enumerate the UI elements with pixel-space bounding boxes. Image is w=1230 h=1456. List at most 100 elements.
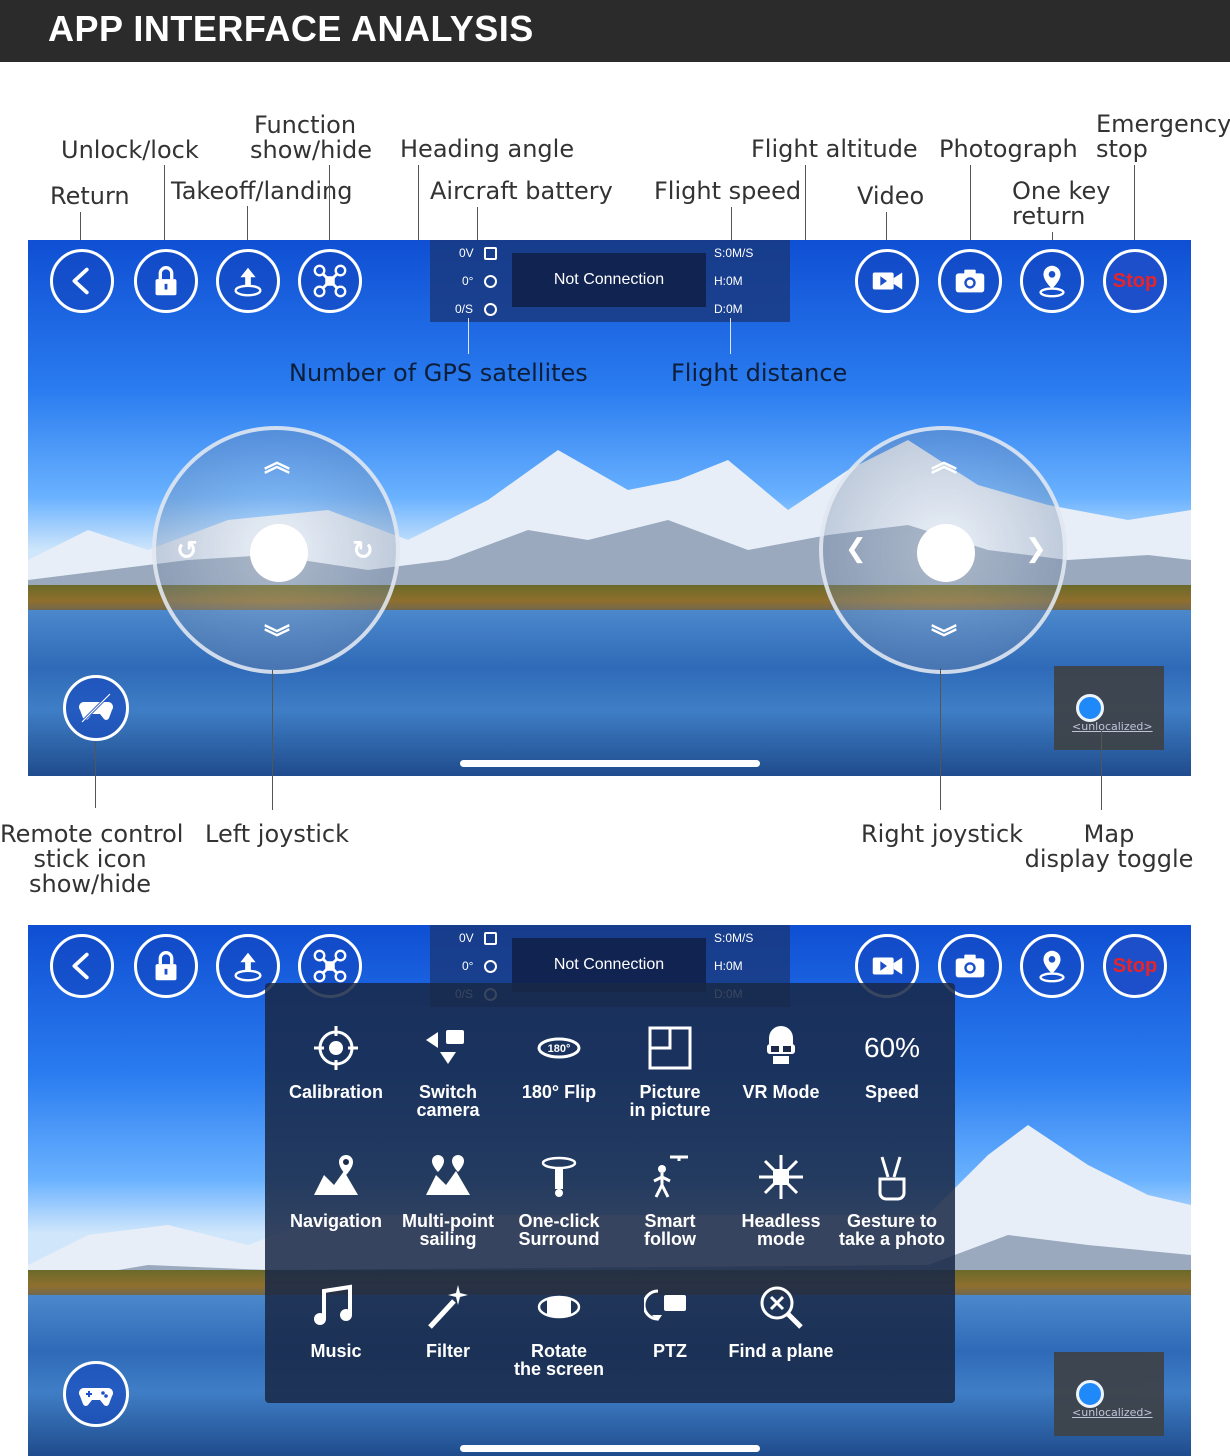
function-multi-point-sailing[interactable]: Multi-point sailing [392, 1148, 504, 1248]
app-screen-main: 0V 0° 0/S Not Connection S:0M/S H:0M D:0… [28, 240, 1191, 776]
function-ptz[interactable]: PTZ [614, 1278, 726, 1360]
heading-value: 0° [462, 959, 474, 973]
leader-line-distance [730, 318, 731, 354]
chevron-left-icon [72, 952, 89, 980]
multi-point-icon [392, 1148, 504, 1206]
function-toggle-button[interactable] [298, 249, 362, 313]
function-vr-mode[interactable]: VR Mode [725, 1019, 837, 1101]
left-joystick-knob[interactable] [250, 524, 308, 582]
return-button[interactable] [50, 934, 114, 998]
leader-line-right-joystick [940, 668, 941, 810]
drone-icon [313, 949, 347, 983]
function-speed[interactable]: 60% Speed [836, 1019, 948, 1101]
function-one-click-surround[interactable]: One-click Surround [503, 1148, 615, 1248]
chevron-right-icon: ❯ [1025, 534, 1047, 564]
annotation-gps-satellites: Number of GPS satellites [289, 359, 588, 387]
left-joystick[interactable]: ︽ ︾ ↺ ↻ [152, 426, 400, 674]
function-headless-mode[interactable]: Headless mode [725, 1148, 837, 1248]
location-dot-icon [1076, 1380, 1104, 1408]
function-gesture-photo[interactable]: Gesture to take a photo [836, 1148, 948, 1248]
leader-line-unlock [164, 165, 165, 250]
location-pin-icon [1039, 950, 1065, 983]
altitude-value: H:0M [714, 959, 743, 973]
annotation-remote-stick: Remote control stick icon show/hide [0, 820, 184, 898]
leader-line-remote [95, 742, 96, 808]
altitude-value: H:0M [714, 274, 743, 288]
leader-line-left-joystick [272, 670, 273, 810]
function-picture-in-picture[interactable]: Picture in picture [614, 1019, 726, 1119]
chevron-left-icon: ❮ [845, 534, 867, 564]
remote-stick-toggle-button[interactable] [63, 675, 129, 741]
leader-line-map [1101, 730, 1102, 810]
annotation-flight-distance: Flight distance [671, 359, 848, 387]
battery-value: 0V [459, 931, 474, 945]
emergency-stop-button[interactable]: Stop [1103, 249, 1167, 313]
music-icon [280, 1278, 392, 1336]
emergency-stop-button[interactable]: Stop [1103, 934, 1167, 998]
annotation-video: Video [857, 182, 925, 210]
gamepad-off-icon [79, 692, 113, 724]
header-bar: APP INTERFACE ANALYSIS [0, 0, 1230, 62]
lock-icon [155, 951, 177, 981]
takeoff-landing-button[interactable] [216, 249, 280, 313]
video-camera-icon [872, 272, 903, 290]
leader-line-stop [1134, 165, 1135, 251]
function-navigation[interactable]: Navigation [280, 1148, 392, 1230]
photograph-button[interactable] [938, 249, 1002, 313]
annotation-unlock-lock: Unlock/lock [61, 136, 199, 164]
svg-text:180°: 180° [548, 1043, 571, 1055]
map-display-toggle[interactable]: <unlocalized> [1054, 1352, 1164, 1436]
right-joystick[interactable]: ︽ ︾ ❮ ❯ [819, 426, 1067, 674]
function-menu-panel: Calibration Switch camera 180° 180° Flip… [265, 983, 955, 1403]
remote-stick-toggle-button[interactable] [63, 1361, 129, 1427]
stop-label: Stop [1112, 954, 1158, 977]
speed-value: S:0M/S [714, 246, 754, 260]
location-dot-icon [1076, 694, 1104, 722]
picture-in-picture-icon [614, 1019, 726, 1077]
annotation-emergency-stop: Emergency stop [1096, 110, 1230, 163]
app-screen-function-menu: 0V 0° 0/S Not Connection S:0M/S H:0M D:0… [28, 925, 1191, 1456]
speed-icon: 60% [836, 1019, 948, 1077]
return-button[interactable] [50, 249, 114, 313]
rotate-screen-icon [503, 1278, 615, 1336]
satellites-value: 0/S [455, 302, 474, 316]
filter-icon [392, 1278, 504, 1336]
ptz-icon [614, 1278, 726, 1336]
map-display-toggle[interactable]: <unlocalized> [1054, 666, 1164, 750]
home-indicator[interactable] [460, 1445, 760, 1452]
right-joystick-knob[interactable] [917, 524, 975, 582]
home-indicator[interactable] [460, 760, 760, 767]
location-pin-icon [1039, 265, 1065, 298]
one-key-return-button[interactable] [1020, 249, 1084, 313]
annotation-right-joystick: Right joystick [861, 820, 1024, 848]
function-switch-camera[interactable]: Switch camera [392, 1019, 504, 1119]
function-calibration[interactable]: Calibration [280, 1019, 392, 1101]
function-find-plane[interactable]: Find a plane [725, 1278, 837, 1360]
function-filter[interactable]: Filter [392, 1278, 504, 1360]
minimap-label: <unlocalized> [1072, 720, 1153, 733]
function-music[interactable]: Music [280, 1278, 392, 1360]
compass-icon [484, 960, 497, 973]
function-smart-follow[interactable]: Smart follow [614, 1148, 726, 1248]
lock-icon [155, 266, 177, 296]
switch-camera-icon [392, 1019, 504, 1077]
distance-value: D:0M [714, 302, 743, 316]
function-rotate-screen[interactable]: Rotate the screen [503, 1278, 615, 1378]
leader-line-gps [468, 318, 469, 354]
one-key-return-button[interactable] [1020, 934, 1084, 998]
unlock-lock-button[interactable] [134, 934, 198, 998]
rotate-left-icon: ↺ [176, 536, 198, 566]
annotation-function-show-hide: Function show/hide [250, 111, 372, 164]
function-180-flip[interactable]: 180° 180° Flip [503, 1019, 615, 1101]
battery-value: 0V [459, 246, 474, 260]
chevron-up-icon: ︽ [931, 448, 958, 478]
speed-value: S:0M/S [714, 931, 754, 945]
unlock-lock-button[interactable] [134, 249, 198, 313]
annotation-return: Return [50, 182, 130, 210]
annotation-one-key-return: One key return [1012, 177, 1111, 230]
video-button[interactable] [855, 249, 919, 313]
smart-follow-icon [614, 1148, 726, 1206]
rotate-right-icon: ↻ [352, 536, 374, 566]
camera-icon [955, 954, 985, 978]
satellite-icon [484, 303, 497, 316]
